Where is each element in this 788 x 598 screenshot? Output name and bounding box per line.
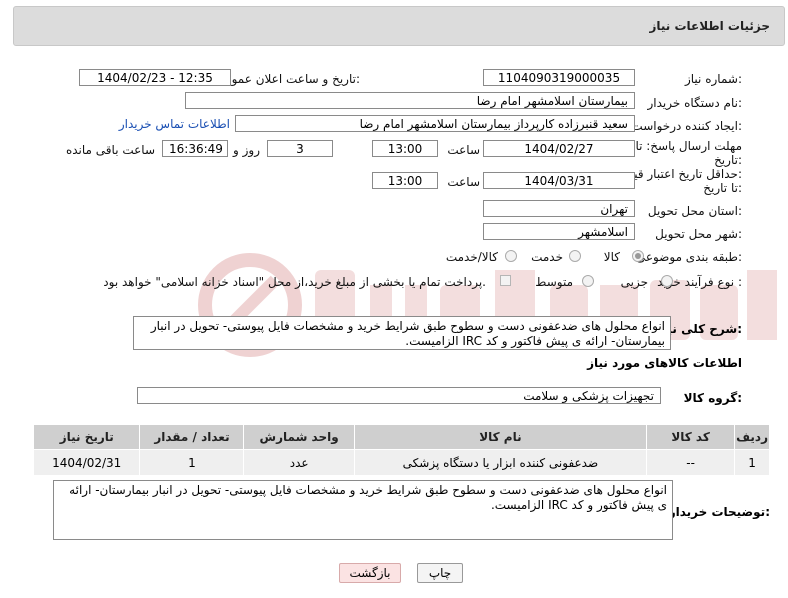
cell-qty: 1 bbox=[139, 449, 245, 476]
treasury-note: پرداخت تمام یا بخشی از مبلغ خرید،از محل … bbox=[103, 275, 486, 289]
col-header-name: نام کالا bbox=[353, 424, 648, 450]
col-header-unit: واحد شمارش bbox=[243, 424, 355, 450]
print-button[interactable]: چاپ bbox=[417, 563, 463, 583]
summary-text: انواع محلول های ضدعفونی دست و سطوح طبق ش… bbox=[133, 316, 671, 350]
category-option-goods-service: کالا/خدمت bbox=[445, 250, 498, 264]
table-row: 1 -- ضدعفونی کننده ابزار یا دستگاه پزشکی… bbox=[32, 449, 770, 476]
category-radio-goods-service[interactable] bbox=[505, 250, 517, 262]
goods-info-title: اطلاعات کالاهای مورد نیاز bbox=[587, 356, 742, 370]
province-field: تهران bbox=[483, 200, 635, 217]
announce-datetime-label: تاریخ و ساعت اعلان عمومی: bbox=[215, 72, 360, 86]
reply-deadline-date-field: 1404/02/27 bbox=[483, 140, 635, 157]
col-header-code: کد کالا bbox=[646, 424, 736, 450]
buyer-notes-label: توضیحات خریدار: bbox=[668, 505, 770, 519]
price-validity-time-label: ساعت bbox=[447, 175, 480, 189]
reply-deadline-label-line2: تاریخ: bbox=[714, 153, 742, 167]
buyer-org-label: نام دستگاه خریدار: bbox=[647, 96, 743, 110]
category-radio-service[interactable] bbox=[569, 250, 581, 262]
remaining-time-field: 16:36:49 bbox=[162, 140, 228, 157]
header-panel: جزئیات اطلاعات نیاز bbox=[13, 6, 785, 46]
buyer-contact-link[interactable]: اطلاعات تماس خریدار bbox=[119, 117, 230, 131]
goods-table: ردیف کد کالا نام کالا واحد شمارش تعداد /… bbox=[32, 424, 770, 476]
page-title: جزئیات اطلاعات نیاز bbox=[649, 19, 770, 33]
cell-unit: عدد bbox=[243, 449, 355, 476]
process-option-medium: متوسط bbox=[535, 275, 573, 289]
col-header-date: تاریخ نیاز bbox=[32, 424, 141, 450]
remaining-days-field: 3 bbox=[267, 140, 333, 157]
col-header-row-num: ردیف bbox=[734, 424, 770, 450]
category-label: طبقه بندی موضوعی: bbox=[635, 250, 742, 264]
buyer-org-field: بیمارستان اسلامشهر امام رضا bbox=[185, 92, 635, 109]
city-label: شهر محل تحویل: bbox=[655, 227, 742, 241]
province-label: استان محل تحویل: bbox=[647, 204, 742, 218]
goods-group-label: گروه کالا: bbox=[683, 391, 742, 405]
reply-deadline-time-field: 13:00 bbox=[372, 140, 438, 157]
announce-datetime-field: 1404/02/23 - 12:35 bbox=[79, 69, 231, 86]
need-number-field: 1104090319000035 bbox=[483, 69, 635, 86]
price-validity-date-field: 1404/03/31 bbox=[483, 172, 635, 189]
category-radio-goods[interactable] bbox=[632, 250, 644, 262]
cell-name: ضدعفونی کننده ابزار یا دستگاه پزشکی bbox=[353, 449, 648, 476]
treasury-checkbox[interactable] bbox=[500, 275, 511, 286]
process-radio-medium[interactable] bbox=[582, 275, 594, 287]
process-option-minor: جزیی bbox=[620, 275, 648, 289]
price-validity-label-line2: تا تاریخ: bbox=[703, 181, 742, 195]
buyer-notes-text: انواع محلول های ضدعفونی دست و سطوح طبق ش… bbox=[53, 480, 673, 540]
city-field: اسلامشهر bbox=[483, 223, 635, 240]
col-header-qty: تعداد / مقدار bbox=[139, 424, 245, 450]
process-radio-minor[interactable] bbox=[661, 275, 673, 287]
requester-field: سعید قنبرزاده کارپرداز بیمارستان اسلامشه… bbox=[235, 115, 635, 132]
need-number-label: شماره نیاز: bbox=[684, 72, 742, 86]
category-option-service: خدمت bbox=[531, 250, 563, 264]
reply-deadline-label-line1: مهلت ارسال پاسخ: تا bbox=[635, 139, 742, 153]
reply-deadline-time-label: ساعت bbox=[447, 143, 480, 157]
goods-group-field: تجهیزات پزشکی و سلامت bbox=[137, 387, 661, 404]
table-header-row: ردیف کد کالا نام کالا واحد شمارش تعداد /… bbox=[32, 424, 770, 450]
cell-date: 1404/02/31 bbox=[32, 449, 141, 476]
back-button[interactable]: بازگشت bbox=[339, 563, 401, 583]
cell-row-num: 1 bbox=[734, 449, 770, 476]
requester-label: ایجاد کننده درخواست: bbox=[631, 119, 742, 133]
cell-code: -- bbox=[646, 449, 736, 476]
price-validity-time-field: 13:00 bbox=[372, 172, 438, 189]
remaining-days-label: روز و bbox=[233, 143, 260, 157]
remaining-time-label: ساعت باقی مانده bbox=[65, 143, 155, 157]
category-option-goods: کالا bbox=[603, 250, 620, 264]
